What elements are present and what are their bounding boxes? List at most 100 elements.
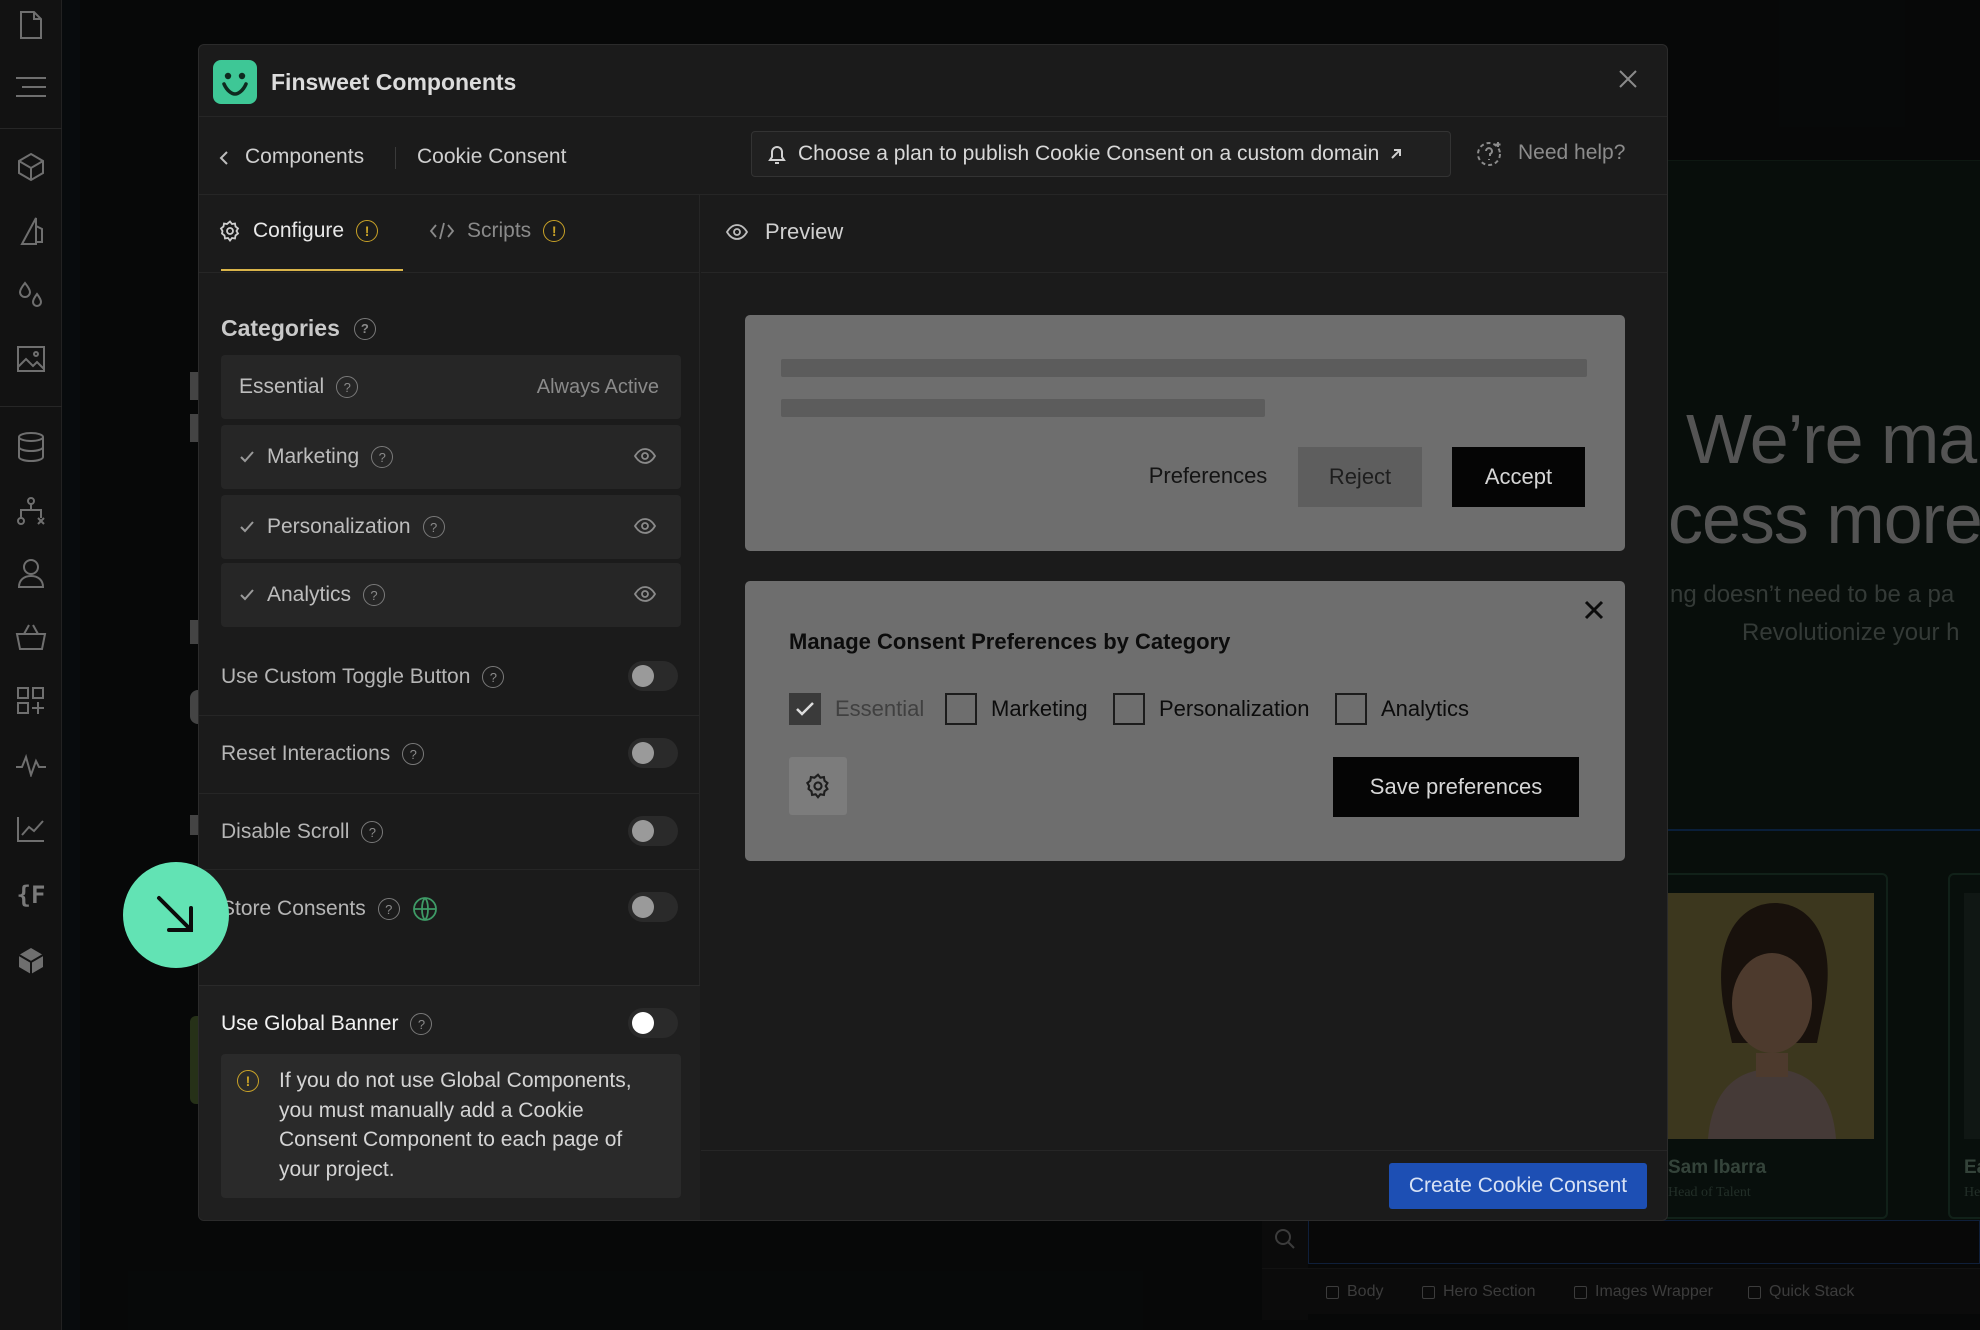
create-cookie-consent-button[interactable]: Create Cookie Consent [1389,1163,1647,1209]
save-preferences-button[interactable]: Save preferences [1333,757,1579,817]
breadcrumb-components-link[interactable]: Components [245,145,364,169]
option-label: Reset Interactions [221,742,391,765]
toggle-switch[interactable] [628,661,678,691]
warning-icon: ! [237,1070,259,1092]
ecommerce-basket-icon[interactable] [14,620,48,654]
arrow-down-right-icon [153,892,199,938]
globe-icon [412,896,438,922]
warning-icon: ! [543,220,566,242]
floating-arrow-button[interactable] [123,862,229,968]
check-icon[interactable] [239,588,255,602]
preferences-button[interactable]: Preferences [1128,447,1288,505]
eye-icon[interactable] [633,447,657,465]
category-label: Analytics [267,583,352,606]
config-tabs: Configure ! Scripts ! [199,195,700,273]
checkbox-box [945,693,977,725]
category-analytics[interactable]: Analytics ? [221,563,681,627]
modal-header: Finsweet Components [199,45,1667,117]
checkbox-box [1113,693,1145,725]
help-icon[interactable]: ? [410,1013,433,1035]
cms-database-icon[interactable] [14,430,48,464]
help-icon[interactable]: ? [371,446,394,468]
assets-image-icon[interactable] [14,342,48,376]
option-label: Disable Scroll [221,820,350,843]
accept-button[interactable]: Accept [1452,447,1585,507]
eye-icon[interactable] [633,517,657,535]
toggle-switch[interactable] [628,738,678,768]
finsweet-components-modal: Finsweet Components Components Cookie Co… [198,44,1668,1221]
cookie-banner-preview: Preferences Reject Accept [745,315,1625,551]
warning-icon: ! [356,220,379,242]
text-placeholder [781,359,1587,377]
help-icon[interactable]: ? [353,317,376,340]
components-cube-icon[interactable] [14,150,48,184]
category-label: Personalization [267,515,411,538]
gear-icon [219,220,241,242]
category-marketing[interactable]: Marketing ? [221,425,681,489]
finsweet-f-icon[interactable]: {F [14,878,48,912]
checkbox-label: Marketing [991,696,1088,721]
checkbox-box [1335,693,1367,725]
users-person-icon[interactable] [14,556,48,590]
breadcrumb-divider [395,147,396,169]
help-icon[interactable]: ? [422,516,445,538]
checkbox-label: Personalization [1159,696,1310,721]
category-personalization[interactable]: Personalization ? [221,495,681,559]
help-icon[interactable]: ? [482,666,505,688]
checkbox-personalization[interactable]: Personalization [1113,693,1309,725]
help-icon[interactable]: ? [361,821,384,843]
checkbox-label: Essential [835,696,925,721]
preview-panel: Preview Preferences Reject Accept Manage… [701,195,1667,1220]
text-placeholder [781,399,1265,417]
option-store-consents: Store Consents ? [199,869,700,945]
option-label: Store Consents [221,897,366,920]
help-icon[interactable]: ? [402,743,425,765]
eye-icon [725,223,749,241]
toggle-switch[interactable] [628,892,678,922]
navigator-icon[interactable] [14,70,48,104]
activity-pulse-icon[interactable] [14,748,48,782]
upgrade-plan-banner[interactable]: Choose a plan to publish Cookie Consent … [751,131,1451,177]
help-icon[interactable]: ? [336,376,359,398]
logic-flow-icon[interactable] [14,494,48,528]
settings-gear-button[interactable] [789,757,847,815]
analytics-chart-icon[interactable] [14,812,48,846]
option-disable-scroll: Disable Scroll ? [199,793,700,869]
help-icon[interactable]: ? [363,584,386,606]
checkbox-checked-icon [789,693,821,725]
variables-drops-icon[interactable] [14,278,48,312]
checkbox-analytics[interactable]: Analytics [1335,693,1469,725]
apps-grid-icon[interactable] [14,684,48,718]
toggle-switch[interactable] [628,1008,678,1038]
external-link-icon [1389,147,1403,161]
style-selector-icon[interactable] [14,214,48,248]
info-callout-text: If you do not use Global Components, you… [279,1069,632,1181]
reject-button[interactable]: Reject [1298,447,1422,507]
option-label: Use Global Banner [221,1012,399,1035]
tab-configure[interactable]: Configure ! [219,219,379,243]
check-icon[interactable] [239,520,255,534]
preview-header: Preview [701,195,1667,273]
option-global-banner: Use Global Banner ? ! If you do not use … [199,985,700,1220]
toggle-switch[interactable] [628,816,678,846]
check-icon[interactable] [239,450,255,464]
checkbox-marketing[interactable]: Marketing [945,693,1088,725]
close-icon[interactable] [1617,68,1639,90]
eye-icon[interactable] [633,585,657,603]
pages-icon[interactable] [14,8,48,42]
left-toolbar: {F [0,0,62,1330]
tab-configure-label: Configure [253,219,345,242]
option-custom-toggle-button: Use Custom Toggle Button ? [199,639,700,715]
tab-scripts[interactable]: Scripts ! [429,219,566,243]
help-icon[interactable]: ? [377,898,400,920]
help-sparkle-icon [1476,139,1504,167]
tab-scripts-label: Scripts [467,219,532,242]
need-help-link[interactable]: Need help? [1476,133,1625,173]
checkbox-label: Analytics [1381,696,1470,721]
preferences-panel-preview: Manage Consent Preferences by Category E… [745,581,1625,861]
modal-title: Finsweet Components [271,69,517,95]
close-icon[interactable] [1581,597,1607,623]
app-box-icon[interactable] [14,944,48,978]
checkbox-essential[interactable]: Essential [789,693,924,725]
chevron-left-icon[interactable] [219,150,229,166]
